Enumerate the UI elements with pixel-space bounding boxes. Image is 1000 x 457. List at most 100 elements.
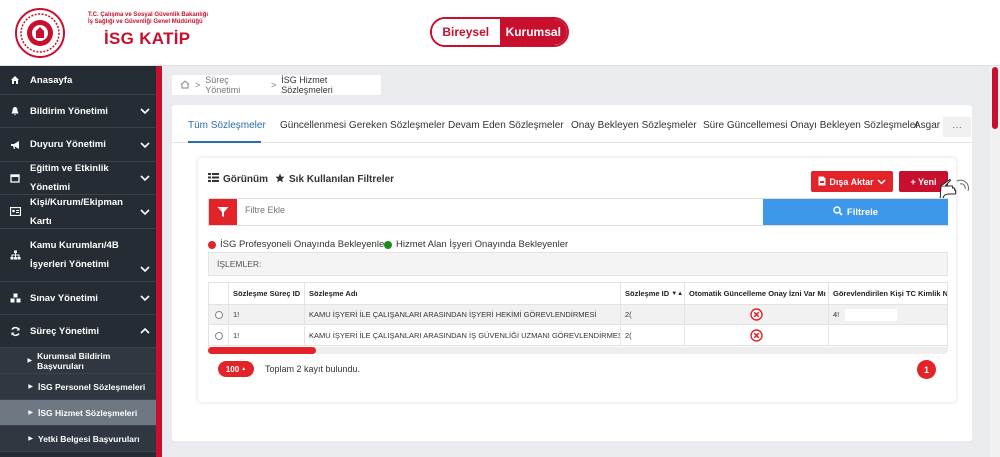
sidebar-item-label: Anasayfa <box>30 74 73 86</box>
sidebar-subitem-yetki-belgesi[interactable]: ▶ Yetki Belgesi Başvuruları <box>0 426 156 452</box>
table-horizontal-scrollbar[interactable] <box>208 347 948 354</box>
filter-icon[interactable] <box>209 199 237 225</box>
tab-sure-guncellemesi[interactable]: Süre Güncellemesi Onayı Bekleyen Sözleşm… <box>703 120 919 131</box>
sidebar-subitem-label: Kurumsal Bildirim Başvuruları <box>37 350 111 371</box>
tab-more-button[interactable]: ··· <box>943 117 971 137</box>
export-button[interactable]: Dışa Aktar <box>811 171 893 192</box>
masked-value <box>845 308 898 321</box>
sidebar-item-label: Eğitim ve Etkinlik Yönetimi <box>30 163 109 193</box>
cell-tc-kimlik <box>829 326 947 345</box>
sidebar-item-bildirim[interactable]: Bildirim Yönetimi <box>0 95 156 128</box>
cell-sozlesme-adi: KAMU İŞYERİ İLE ÇALIŞANLARI ARASINDAN İŞ… <box>305 305 621 324</box>
row-select-radio[interactable] <box>214 310 223 319</box>
filter-input[interactable] <box>245 205 745 215</box>
sidebar-item-anasayfa[interactable]: Anasayfa <box>0 66 156 95</box>
header-select <box>209 283 229 304</box>
page-size-select[interactable]: 100 ▲ <box>218 361 254 377</box>
ministry-logo[interactable] <box>14 7 66 59</box>
page-size-value: 100 <box>225 364 240 374</box>
total-records-text: Toplam 2 kayıt bulundu. <box>265 364 361 374</box>
sidebar-item-label: Sınav Yönetimi <box>30 292 98 304</box>
toggle-bireysel[interactable]: Bireysel <box>432 19 500 45</box>
table-row[interactable]: 1! KAMU İŞYERİ İLE ÇALIŞANLARI ARASINDAN… <box>209 305 947 325</box>
sidebar-subitem-label: Yetki Belgesi Başvuruları <box>38 433 140 444</box>
cell-otomatik-guncelleme <box>685 305 829 324</box>
toggle-kurumsal[interactable]: Kurumsal <box>499 19 567 45</box>
list-icon <box>208 173 219 185</box>
caret-up-icon: ▲ <box>241 366 247 372</box>
table-row[interactable]: 1! KAMU İŞYERİ İLE ÇALIŞANLARI ARASINDAN… <box>209 326 947 346</box>
breadcrumb-current: İSG Hizmet Sözleşmeleri <box>281 75 333 95</box>
chevron-down-icon <box>134 266 156 272</box>
sidebar-subitem-isg-hizmet[interactable]: ▶ İSG Hizmet Sözleşmeleri <box>0 400 156 426</box>
cell-surec-id: 1! <box>229 326 305 345</box>
favorite-filters-menu[interactable]: Sık Kullanılan Filtreler <box>275 173 394 186</box>
table-scrollbar-thumb[interactable] <box>208 347 316 354</box>
account-type-toggle: Bireysel Kurumsal <box>430 17 569 47</box>
tab-devam-eden[interactable]: Devam Eden Sözleşmeler <box>448 120 564 131</box>
sidebar-item-kamu-kurumlari[interactable]: Kamu Kurumları/4B İşyerleri Yönetimi <box>0 229 156 282</box>
sidebar-item-egitim[interactable]: Eğitim ve Etkinlik Yönetimi <box>0 162 156 195</box>
sidebar-item-label: Kamu Kurumları/4B İşyerleri Yönetimi <box>30 240 119 270</box>
sidebar-subitem-label: İSG Personel Sözleşmeleri <box>38 381 146 392</box>
caret-right-icon: ▶ <box>28 384 33 390</box>
sidebar-item-duyuru[interactable]: Duyuru Yönetimi <box>0 128 156 162</box>
sidebar-item-label: Bildirim Yönetimi <box>30 105 108 117</box>
id-card-icon <box>0 207 30 216</box>
home-icon[interactable] <box>180 79 190 91</box>
breadcrumb-separator: > <box>195 80 201 90</box>
sidebar-item-sinav[interactable]: Sınav Yönetimi <box>0 282 156 315</box>
caret-right-icon: ▶ <box>28 436 33 442</box>
megaphone-icon <box>0 140 30 150</box>
pagination-page-1[interactable]: 1 <box>917 360 936 379</box>
header-tc-kimlik[interactable]: Görevlendirilen Kişi TC Kimlik No <box>829 283 947 304</box>
header-sozlesme-id[interactable]: Sözleşme ID ▼▲ <box>621 283 685 304</box>
tab-tum-sozlesmeler[interactable]: Tüm Sözleşmeler <box>188 120 266 131</box>
row-radio-cell <box>209 305 229 324</box>
sidebar-scrollbar[interactable] <box>156 66 162 457</box>
operations-bar: İŞLEMLER: <box>208 252 948 276</box>
sort-icon[interactable]: ▼▲ <box>671 291 683 297</box>
header-otomatik-guncelleme[interactable]: Otomatik Güncelleme Onay İzni Var Mı <box>685 283 829 304</box>
active-tab-indicator <box>188 141 261 143</box>
filter-submit-button[interactable]: Filtrele <box>763 199 948 225</box>
refresh-icon <box>0 326 30 337</box>
view-menu[interactable]: Görünüm <box>208 173 268 185</box>
new-label: + Yeni <box>910 176 937 187</box>
cell-sozlesme-id: 2( <box>621 326 685 345</box>
cell-surec-id: 1! <box>229 305 305 324</box>
top-header: T.C. Çalışma ve Sosyal Güvenlik Bakanlığ… <box>0 0 1000 66</box>
tab-guncellenmesi-gereken[interactable]: Güncellenmesi Gereken Sözleşmeler <box>280 120 445 131</box>
breadcrumb-surec[interactable]: Süreç Yönetimi <box>205 75 266 95</box>
chevron-up-icon <box>134 328 156 334</box>
header-surec-id[interactable]: Sözleşme Süreç ID <box>229 283 305 304</box>
brand-title[interactable]: İSG KATİP <box>104 29 190 49</box>
home-icon <box>0 75 30 85</box>
favorite-filters-label: Sık Kullanılan Filtreler <box>289 174 395 185</box>
header-sozlesme-id-label: Sözleşme ID <box>625 289 670 298</box>
filter-submit-label: Filtrele <box>846 206 879 218</box>
header-sozlesme-adi[interactable]: Sözleşme Adı <box>305 283 621 304</box>
row-select-radio[interactable] <box>214 331 223 340</box>
sidebar-subitem-label: İSG Hizmet Sözleşmeleri <box>38 407 138 418</box>
legend-green: Hizmet Alan İşyeri Onayında Bekleyenler <box>384 239 568 250</box>
sidebar-item-label: Süreç Yönetimi <box>30 325 99 337</box>
operations-label: İŞLEMLER: <box>217 259 262 269</box>
sidebar-subitem-kurumsal-bildirim[interactable]: ▶ Kurumsal Bildirim Başvuruları <box>0 348 156 374</box>
tab-onay-bekleyen[interactable]: Onay Bekleyen Sözleşmeler <box>571 120 697 131</box>
contracts-table: Sözleşme Süreç ID Sözleşme Adı Sözleşme … <box>208 282 948 348</box>
sidebar-item-surec[interactable]: Süreç Yönetimi <box>0 315 156 348</box>
cubes-icon <box>0 293 30 303</box>
page-scrollbar[interactable] <box>990 66 1000 457</box>
chevron-down-icon <box>134 208 156 215</box>
tab-asgari[interactable]: Asgar <box>914 120 940 131</box>
sidebar-subitem-isg-personel[interactable]: ▶ İSG Personel Sözleşmeleri <box>0 374 156 400</box>
page-scrollbar-thumb[interactable] <box>992 67 998 129</box>
cell-tc-kimlik: 4! <box>829 305 947 324</box>
bell-icon <box>0 106 30 116</box>
chevron-down-icon <box>134 295 156 301</box>
caret-right-icon: ▶ <box>28 410 33 416</box>
export-label: Dışa Aktar <box>829 176 874 187</box>
cell-otomatik-guncelleme <box>685 326 829 345</box>
sidebar-item-kisi-kurum[interactable]: Kişi/Kurum/Ekipman Kartı <box>0 195 156 229</box>
